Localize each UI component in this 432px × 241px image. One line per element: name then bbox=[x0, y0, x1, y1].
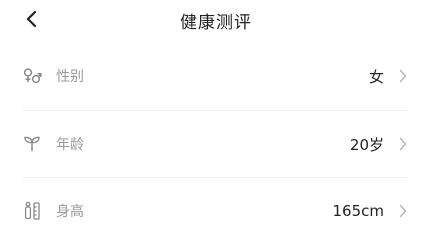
header: 健康测评 bbox=[0, 0, 432, 40]
row-height[interactable]: 身高 165cm bbox=[22, 181, 408, 241]
sprout-icon bbox=[22, 134, 42, 154]
divider bbox=[22, 110, 408, 111]
row-age[interactable]: 年龄 20岁 bbox=[22, 114, 408, 174]
row-label-height: 身高 bbox=[56, 204, 84, 220]
height-icon bbox=[22, 201, 42, 221]
health-assessment-screen: 健康测评 性别 女 年龄 20岁 身高 165cm bbox=[0, 0, 432, 241]
row-label-age: 年龄 bbox=[56, 137, 84, 153]
row-value-age: 20岁 bbox=[349, 135, 384, 154]
row-value-gender: 女 bbox=[368, 67, 384, 86]
gender-icon bbox=[22, 66, 42, 86]
row-gender[interactable]: 性别 女 bbox=[22, 46, 408, 106]
chevron-right-icon bbox=[398, 137, 408, 151]
chevron-right-icon bbox=[398, 204, 408, 218]
divider bbox=[22, 177, 408, 178]
chevron-right-icon bbox=[398, 69, 408, 83]
row-value-height: 165cm bbox=[332, 202, 385, 220]
page-title: 健康测评 bbox=[180, 13, 252, 33]
row-label-gender: 性别 bbox=[56, 69, 84, 85]
